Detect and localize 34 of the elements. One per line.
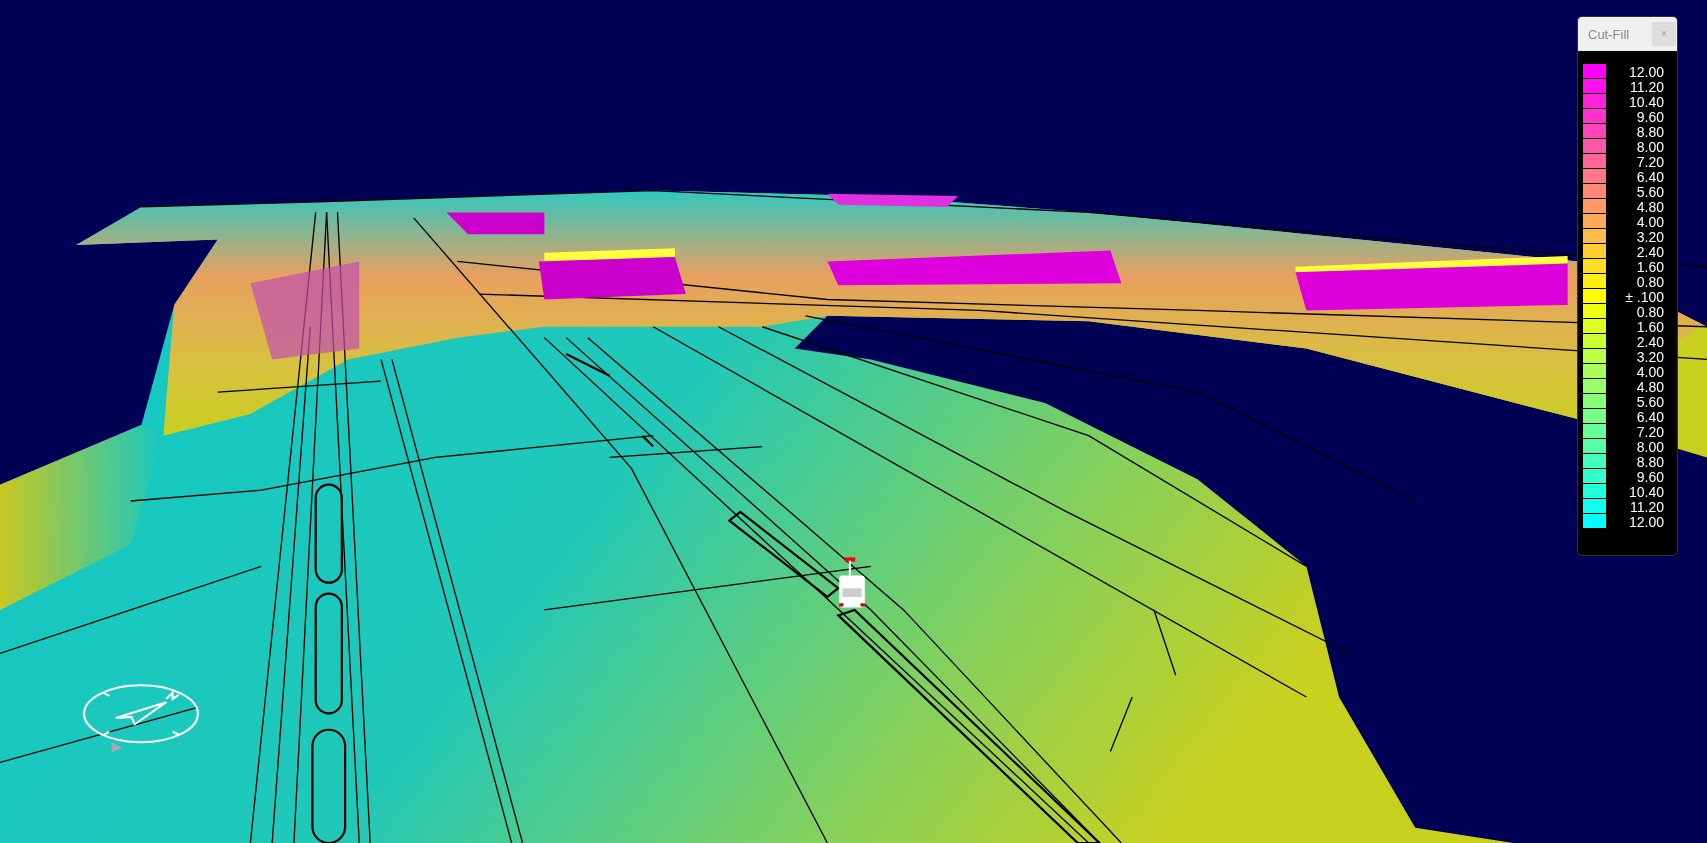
legend-value: 6.40 [1635,169,1665,184]
legend-value: 12.00 [1627,64,1665,79]
legend-value: 10.40 [1627,484,1665,499]
legend-value: 1.60 [1635,259,1665,274]
legend-value: 4.80 [1635,199,1665,214]
legend-value: 7.20 [1635,154,1665,169]
legend-value: 3.20 [1635,349,1665,364]
legend-value: 9.60 [1635,469,1665,484]
legend-value: 9.60 [1635,109,1665,124]
legend-value: 8.80 [1635,454,1665,469]
legend-value: ± .100 [1624,289,1665,304]
legend-value: 2.40 [1635,244,1665,259]
legend-value: 3.20 [1635,229,1665,244]
vehicle-icon [836,556,868,610]
legend-value: 6.40 [1635,409,1665,424]
legend-value: 5.60 [1635,394,1665,409]
legend-value: 12.00 [1627,514,1665,529]
legend-value: 4.80 [1635,379,1665,394]
legend-value: 4.00 [1635,364,1665,379]
legend-value: 7.20 [1635,424,1665,439]
legend-value: 2.40 [1635,334,1665,349]
legend-value: 10.40 [1627,94,1665,109]
legend-value: 11.20 [1629,499,1665,514]
legend-value: 11.20 [1629,79,1665,94]
legend-value: 0.80 [1635,304,1665,319]
legend-value: 8.80 [1635,124,1665,139]
terrain-viewport[interactable]: Cut-Fill × 12.00 11.20 10.40 9.60 8.80 8.00 7.20 6.40 5.60 4.80 4.00 3.20 2.40 1.60 0.80 ± .100 0.80 1.60 2.40 3.20 4.00 4.80 5.60 6.40 7.20 8.00 8.80 9.60 10.40 11.20 12.00 [0,0,1707,843]
legend-value: 5.60 [1635,184,1665,199]
legend-value: 4.00 [1635,214,1665,229]
legend-title: Cut-Fill [1588,26,1630,42]
legend-value: 1.60 [1635,319,1665,334]
legend-value: 8.00 [1635,139,1665,154]
legend-value: 0.80 [1635,274,1665,289]
legend-value: 8.00 [1635,439,1665,454]
